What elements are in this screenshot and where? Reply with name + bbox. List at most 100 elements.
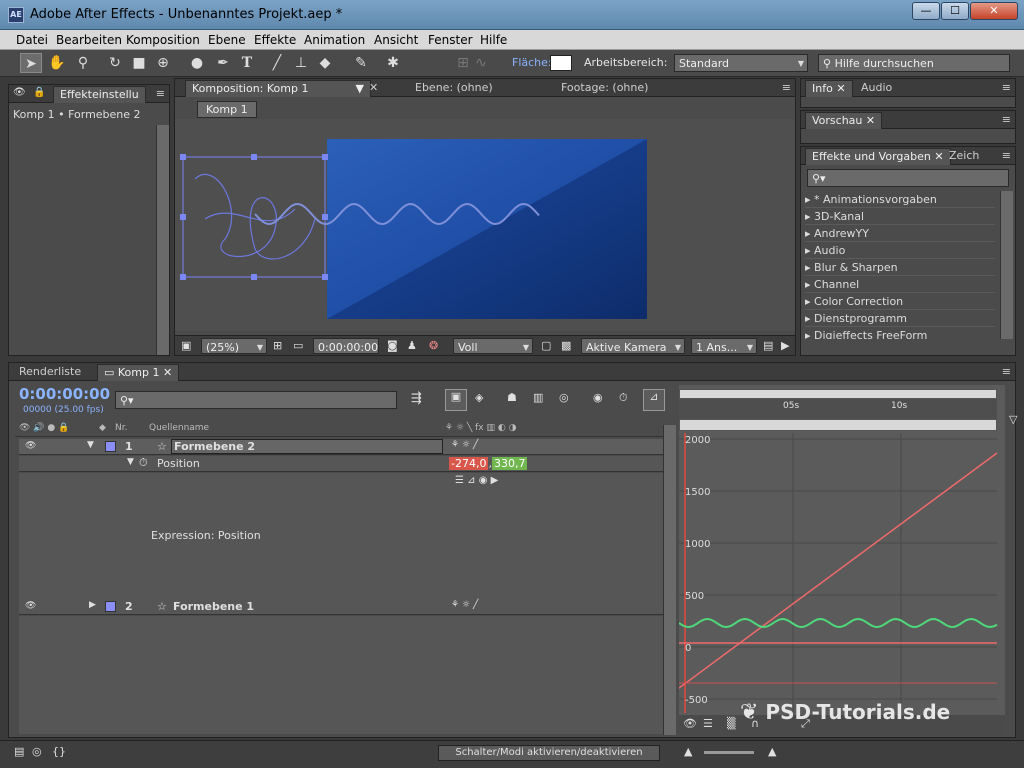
panel-menu-icon[interactable]: ≡: [1002, 365, 1011, 378]
eye-icon[interactable]: 👁: [13, 87, 26, 98]
pen-tool-icon[interactable]: ✒: [212, 53, 234, 73]
color-channels-icon[interactable]: ❂: [429, 339, 438, 352]
tab-footage[interactable]: Footage: (ohne): [555, 80, 654, 97]
menu-bearbeiten[interactable]: Bearbeiten: [56, 33, 122, 47]
brainstorm-icon[interactable]: ◉: [593, 391, 603, 404]
list-item[interactable]: ▸ * Animationsvorgaben: [805, 191, 995, 208]
type-tool-icon[interactable]: T: [236, 53, 258, 73]
roto-brush-icon[interactable]: ✎: [350, 53, 372, 73]
tab-info[interactable]: Info ✕: [805, 80, 853, 97]
lock-icon[interactable]: 🔒: [33, 87, 45, 98]
layer-switches[interactable]: ⚘ ☼ ╱: [451, 600, 478, 610]
clone-stamp-icon[interactable]: ⊥: [290, 53, 312, 73]
list-item[interactable]: ▸ Blur & Sharpen: [805, 259, 995, 276]
list-item[interactable]: ▸ AndrewYY: [805, 225, 995, 242]
menu-ebene[interactable]: Ebene: [208, 33, 246, 47]
y-position-curve[interactable]: [679, 617, 998, 629]
resolution-dropdown[interactable]: Voll: [453, 338, 533, 356]
x-position-curve[interactable]: [679, 452, 998, 689]
label-color-swatch[interactable]: [105, 601, 116, 612]
tab-effect-controls[interactable]: Effekteinstellu: [53, 86, 146, 103]
tab-effects-presets[interactable]: Effekte und Vorgaben ✕: [805, 148, 951, 165]
table-row[interactable]: 👁 ▶ 2 ☆ Formebene 1 ⚘ ☼ ╱: [19, 599, 669, 615]
layer-name[interactable]: Formebene 1: [173, 600, 254, 613]
layer-name[interactable]: Formebene 2: [171, 439, 443, 454]
zoom-out-icon[interactable]: ▲: [684, 745, 692, 758]
always-preview-icon[interactable]: ▣: [181, 339, 191, 352]
label-color-swatch[interactable]: [105, 441, 116, 452]
panel-menu-icon[interactable]: ≡: [156, 87, 165, 100]
snapshot-icon[interactable]: ◙: [387, 339, 398, 352]
effects-search-input[interactable]: ⚲▾: [807, 169, 1009, 187]
list-item[interactable]: ▸ Dienstprogramm: [805, 310, 995, 327]
table-row[interactable]: ▼ ⏱ Position -274,0, 330,7: [19, 456, 669, 472]
hide-shy-layers-icon[interactable]: ☗: [507, 391, 517, 404]
menu-hilfe[interactable]: Hilfe: [480, 33, 507, 47]
tab-audio[interactable]: Audio: [855, 80, 898, 97]
comp-subtab[interactable]: Komp 1: [197, 101, 257, 118]
rotate-tool-icon[interactable]: ↻: [104, 53, 126, 73]
time-ruler[interactable]: 05s 10s: [679, 399, 997, 421]
close-icon[interactable]: ✕: [369, 81, 378, 94]
eraser-icon[interactable]: ◆: [314, 53, 336, 73]
comp-timecode[interactable]: 0:00:00:00: [313, 338, 379, 354]
minimize-icon[interactable]: —: [912, 2, 940, 20]
comp-mini-flowchart-icon[interactable]: ⇶: [411, 391, 422, 406]
tab-comp-1[interactable]: ▭ Komp 1 ✕: [97, 364, 180, 381]
layer-switches[interactable]: ⚘ ☼ ╱: [451, 440, 478, 450]
panel-menu-icon[interactable]: ≡: [1002, 149, 1011, 162]
panel-menu-icon[interactable]: ≡: [1002, 81, 1011, 94]
pan-behind-tool-icon[interactable]: ⊕: [152, 53, 174, 73]
fill-color-swatch[interactable]: [550, 55, 572, 71]
list-item[interactable]: ▸ Digieffects FreeForm: [805, 327, 995, 339]
zoom-in-icon[interactable]: ▲: [768, 745, 776, 758]
snap-icon[interactable]: ∿: [470, 53, 492, 73]
navigator-bar[interactable]: [679, 419, 997, 431]
tab-character[interactable]: Zeich: [943, 148, 985, 165]
live-update-icon[interactable]: ▣: [445, 389, 467, 411]
graph-type-icon[interactable]: ☰: [703, 717, 713, 730]
maximize-icon[interactable]: ☐: [941, 2, 969, 20]
grid-icon[interactable]: ⊞: [273, 339, 282, 352]
menu-fenster[interactable]: Fenster: [428, 33, 473, 47]
hand-tool-icon[interactable]: ✋: [46, 53, 68, 73]
tab-composition[interactable]: Komposition: Komp 1 ▼: [185, 80, 371, 97]
chevron-down-icon[interactable]: ▼: [127, 457, 134, 467]
menu-effekte[interactable]: Effekte: [254, 33, 296, 47]
vertical-scrollbar[interactable]: [156, 125, 169, 355]
toggle-panes-icon[interactable]: ◎: [32, 745, 42, 758]
list-item[interactable]: ▸ 3D-Kanal: [805, 208, 995, 225]
position-y-value[interactable]: 330,7: [491, 457, 528, 470]
list-item[interactable]: ▸ Audio: [805, 242, 995, 259]
motion-blur-icon[interactable]: ◎: [559, 391, 569, 404]
position-x-value[interactable]: -274,0: [449, 457, 489, 470]
menu-animation[interactable]: Animation: [304, 33, 365, 47]
vertical-scrollbar[interactable]: [1000, 191, 1013, 339]
comp-viewport[interactable]: [175, 119, 795, 331]
chevron-right-icon[interactable]: ▶: [89, 600, 96, 610]
toggle-pixel-aspect-icon[interactable]: ▤: [763, 339, 773, 352]
zoom-tool-icon[interactable]: ⚲: [72, 53, 94, 73]
tab-render-queue[interactable]: Renderliste: [13, 364, 87, 381]
mask-visibility-icon[interactable]: ▭: [293, 339, 303, 352]
eye-icon[interactable]: 👁: [25, 441, 36, 451]
camera-tool-icon[interactable]: ■: [128, 53, 150, 73]
work-area-bar[interactable]: [679, 389, 997, 399]
panel-menu-icon[interactable]: ≡: [782, 81, 791, 94]
switches-modes-toggle-button[interactable]: Schalter/Modi aktivieren/deaktivieren: [438, 745, 660, 761]
menu-datei[interactable]: Datei: [16, 33, 48, 47]
show-snapshot-icon[interactable]: ♟: [407, 339, 417, 352]
help-search-input[interactable]: ⚲ Hilfe durchsuchen: [818, 54, 1010, 72]
scroll-end-icon[interactable]: ▽: [1009, 413, 1019, 429]
expression-controls-icons[interactable]: ☰ ⊿ ◉ ▶: [455, 475, 498, 486]
selection-tool-icon[interactable]: ➤: [20, 53, 42, 73]
vertical-scrollbar[interactable]: [663, 425, 676, 735]
menu-komposition[interactable]: Komposition: [126, 33, 200, 47]
stopwatch-icon[interactable]: ⏱: [139, 456, 148, 470]
auto-keyframe-icon[interactable]: ⏱: [619, 391, 628, 405]
tab-layer[interactable]: Ebene: (ohne): [409, 80, 499, 97]
region-of-interest-icon[interactable]: ▢: [541, 339, 551, 352]
graph-canvas[interactable]: [679, 433, 999, 713]
workspace-dropdown[interactable]: Standard: [674, 54, 808, 72]
frame-blending-icon[interactable]: ▥: [533, 391, 543, 404]
